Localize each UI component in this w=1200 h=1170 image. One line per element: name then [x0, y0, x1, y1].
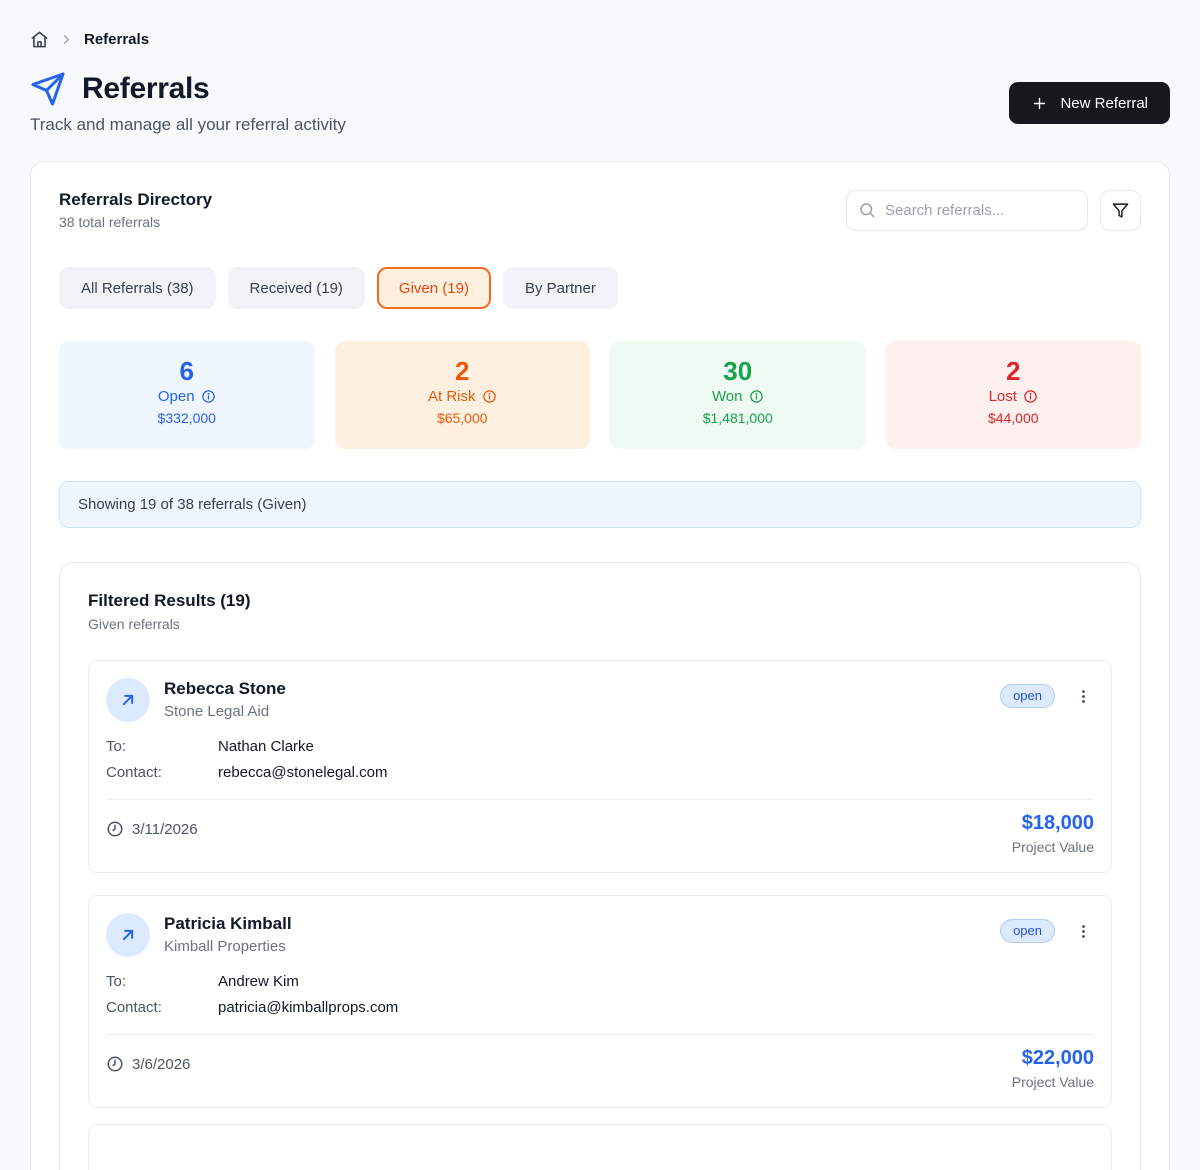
referral-card-partial [88, 1124, 1112, 1170]
referral-card: Patricia Kimball Kimball Properties open… [88, 895, 1112, 1108]
plus-icon [1031, 95, 1048, 112]
send-icon [30, 71, 66, 107]
more-options-icon[interactable] [1073, 686, 1094, 707]
breadcrumb-current: Referrals [84, 31, 149, 48]
referral-name: Rebecca Stone [164, 678, 1000, 700]
status-badge[interactable]: open [1000, 919, 1055, 943]
referral-name: Patricia Kimball [164, 913, 1000, 935]
tab-received[interactable]: Received (19) [228, 267, 365, 309]
stat-open-count: 6 [59, 356, 315, 386]
page-title: Referrals [82, 72, 209, 106]
info-icon [201, 389, 216, 404]
referral-company: Kimball Properties [164, 938, 1000, 955]
info-icon [1023, 389, 1038, 404]
avatar [106, 678, 150, 722]
filtered-results-title: Filtered Results (19) [88, 591, 1112, 611]
referral-card: Rebecca Stone Stone Legal Aid open To: N… [88, 660, 1112, 873]
tab-by-partner[interactable]: By Partner [503, 267, 618, 309]
filtered-results-subtitle: Given referrals [88, 616, 1112, 632]
to-label: To: [106, 738, 218, 755]
to-value: Nathan Clarke [218, 738, 314, 755]
search-input[interactable] [846, 190, 1088, 231]
stat-card-won[interactable]: 30 Won $1,481,000 [610, 341, 866, 449]
contact-label: Contact: [106, 999, 218, 1016]
stat-at-risk-value: $65,000 [335, 410, 591, 426]
stat-lost-count: 2 [886, 356, 1142, 386]
stat-card-lost[interactable]: 2 Lost $44,000 [886, 341, 1142, 449]
project-value: $18,000 [1012, 812, 1094, 835]
to-value: Andrew Kim [218, 973, 299, 990]
clock-icon [106, 1055, 124, 1073]
tab-given[interactable]: Given (19) [377, 267, 491, 309]
status-badge[interactable]: open [1000, 684, 1055, 708]
stat-lost-value: $44,000 [886, 410, 1142, 426]
project-value-caption: Project Value [1012, 839, 1094, 855]
more-options-icon[interactable] [1073, 921, 1094, 942]
new-referral-button[interactable]: New Referral [1009, 82, 1170, 124]
stat-won-value: $1,481,000 [610, 410, 866, 426]
tab-all-referrals[interactable]: All Referrals (38) [59, 267, 216, 309]
results-banner: Showing 19 of 38 referrals (Given) [59, 481, 1141, 528]
referrals-directory-card: Referrals Directory 38 total referrals [30, 161, 1170, 1170]
project-value: $22,000 [1012, 1047, 1094, 1070]
page-subtitle: Track and manage all your referral activ… [30, 115, 346, 135]
contact-value: patricia@kimballprops.com [218, 999, 398, 1016]
directory-subtitle: 38 total referrals [59, 214, 212, 230]
arrow-up-right-icon [118, 690, 138, 710]
referral-company: Stone Legal Aid [164, 703, 1000, 720]
stat-open-value: $332,000 [59, 410, 315, 426]
home-icon[interactable] [30, 30, 49, 49]
filter-tabs: All Referrals (38) Received (19) Given (… [59, 267, 1141, 309]
filtered-results-card: Filtered Results (19) Given referrals Re… [59, 562, 1141, 1170]
new-referral-label: New Referral [1060, 95, 1148, 112]
filter-button[interactable] [1100, 190, 1141, 231]
referrals-page: Referrals Referrals Track and manage all… [0, 0, 1200, 1170]
avatar [106, 913, 150, 957]
stat-card-at-risk[interactable]: 2 At Risk $65,000 [335, 341, 591, 449]
search-box [846, 190, 1088, 231]
stat-won-count: 30 [610, 356, 866, 386]
referral-date: 3/11/2026 [132, 821, 198, 838]
arrow-up-right-icon [118, 925, 138, 945]
contact-value: rebecca@stonelegal.com [218, 764, 387, 781]
page-header: Referrals Track and manage all your refe… [30, 71, 1170, 135]
stats-row: 6 Open $332,000 2 At Risk $65,000 30 Won… [59, 341, 1141, 449]
stat-at-risk-label: At Risk [428, 388, 476, 405]
clock-icon [106, 820, 124, 838]
stat-won-label: Won [712, 388, 743, 405]
stat-open-label: Open [158, 388, 195, 405]
directory-title: Referrals Directory [59, 190, 212, 210]
info-icon [482, 389, 497, 404]
search-icon [858, 201, 876, 219]
stat-lost-label: Lost [989, 388, 1017, 405]
to-label: To: [106, 973, 218, 990]
referral-date: 3/6/2026 [132, 1056, 190, 1073]
project-value-caption: Project Value [1012, 1074, 1094, 1090]
breadcrumb: Referrals [30, 30, 1170, 49]
funnel-icon [1112, 202, 1129, 219]
info-icon [749, 389, 764, 404]
contact-label: Contact: [106, 764, 218, 781]
stat-at-risk-count: 2 [335, 356, 591, 386]
chevron-right-icon [59, 32, 74, 47]
stat-card-open[interactable]: 6 Open $332,000 [59, 341, 315, 449]
